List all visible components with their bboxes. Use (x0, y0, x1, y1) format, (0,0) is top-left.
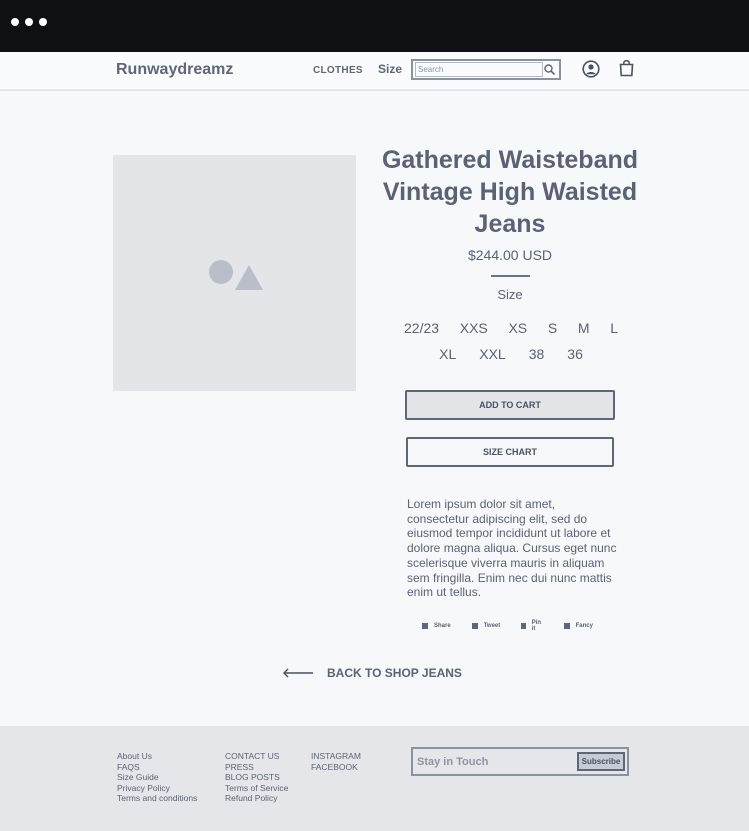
top-navbar: Runwaydreamz CLOTHES Size (0, 52, 749, 91)
share-icon (422, 623, 428, 629)
add-to-cart-button[interactable]: ADD TO CART (405, 390, 615, 420)
window-dot[interactable] (11, 18, 19, 26)
search-icon[interactable] (543, 63, 556, 76)
footer-link-size-guide[interactable]: Size Guide (117, 772, 197, 783)
fancy-label: Fancy (575, 623, 593, 629)
image-placeholder-icon (209, 260, 263, 290)
shopping-bag-icon[interactable] (619, 59, 634, 77)
product-price: $244.00 USD (467, 247, 553, 263)
back-to-shop-link[interactable]: BACK TO SHOP JEANS (282, 666, 462, 680)
brand-logo[interactable]: Runwaydreamz (116, 61, 233, 79)
arrow-left-icon (283, 668, 313, 678)
footer-link-press[interactable]: PRESS (225, 762, 288, 773)
footer-link-facebook[interactable]: FACEBOOK (311, 762, 361, 773)
footer-link-about[interactable]: About Us (117, 751, 197, 762)
size-option[interactable]: 36 (567, 346, 583, 362)
tweet-label: Tweet (483, 623, 501, 629)
size-option[interactable]: M (578, 320, 590, 336)
size-option[interactable]: XL (439, 346, 456, 362)
pin-link[interactable]: Pin it (521, 620, 542, 632)
subscribe-button[interactable]: Subscribe (577, 752, 625, 771)
footer-link-faqs[interactable]: FAQS (117, 762, 197, 773)
share-label: Share (434, 623, 451, 629)
footer-column-social: INSTAGRAM FACEBOOK (311, 751, 361, 772)
back-link-label: BACK TO SHOP JEANS (327, 666, 462, 680)
footer-link-instagram[interactable]: INSTAGRAM (311, 751, 361, 762)
price-divider (491, 275, 530, 277)
browser-chrome (0, 0, 749, 52)
social-share-bar: Share Tweet Pin it Fancy (422, 620, 612, 632)
window-dot[interactable] (39, 18, 47, 26)
fancy-link[interactable]: Fancy (563, 620, 593, 632)
footer-link-terms-service[interactable]: Terms of Service (225, 783, 288, 794)
product-title: Gathered Waisteband Vintage High Waisted… (381, 146, 639, 238)
product-description: Lorem ipsum dolor sit amet, consectetur … (407, 497, 617, 600)
site-footer: About Us FAQS Size Guide Privacy Policy … (0, 726, 749, 831)
nav-clothes-link[interactable]: CLOTHES (313, 65, 363, 76)
newsletter-form: Subscribe (411, 747, 629, 776)
footer-link-terms-conditions[interactable]: Terms and conditions (117, 793, 197, 804)
footer-column-info: About Us FAQS Size Guide Privacy Policy … (117, 751, 197, 804)
fancy-icon (563, 623, 570, 629)
footer-link-contact[interactable]: CONTACT US (225, 751, 288, 762)
search-input[interactable] (415, 62, 543, 77)
share-link[interactable]: Share (422, 620, 451, 632)
footer-link-blog[interactable]: BLOG POSTS (225, 772, 288, 783)
window-controls (11, 18, 47, 26)
size-option[interactable]: XXS (460, 320, 488, 336)
footer-link-refund[interactable]: Refund Policy (225, 793, 288, 804)
size-option[interactable]: XS (508, 320, 527, 336)
size-options-row-2: XL XXL 38 36 (398, 346, 624, 362)
size-label: Size (497, 287, 523, 302)
newsletter-email-input[interactable] (417, 754, 572, 770)
size-option[interactable]: XXL (479, 346, 505, 362)
window-dot[interactable] (25, 18, 33, 26)
pin-icon (521, 623, 526, 629)
pin-label: Pin it (531, 620, 542, 632)
footer-column-company: CONTACT US PRESS BLOG POSTS Terms of Ser… (225, 751, 288, 804)
size-option[interactable]: L (610, 320, 618, 336)
size-option[interactable]: S (548, 320, 557, 336)
tweet-icon (471, 623, 478, 629)
search-box (411, 59, 561, 80)
product-image-placeholder (113, 155, 356, 391)
tweet-link[interactable]: Tweet (471, 620, 501, 632)
footer-link-privacy[interactable]: Privacy Policy (117, 783, 197, 794)
nav-size-link[interactable]: Size (378, 62, 402, 76)
size-chart-button[interactable]: SIZE CHART (406, 437, 614, 467)
size-option[interactable]: 38 (529, 346, 545, 362)
account-icon[interactable] (582, 60, 600, 78)
size-options-row-1: 22/23 XXS XS S M L (398, 320, 624, 336)
size-option[interactable]: 22/23 (404, 320, 439, 336)
